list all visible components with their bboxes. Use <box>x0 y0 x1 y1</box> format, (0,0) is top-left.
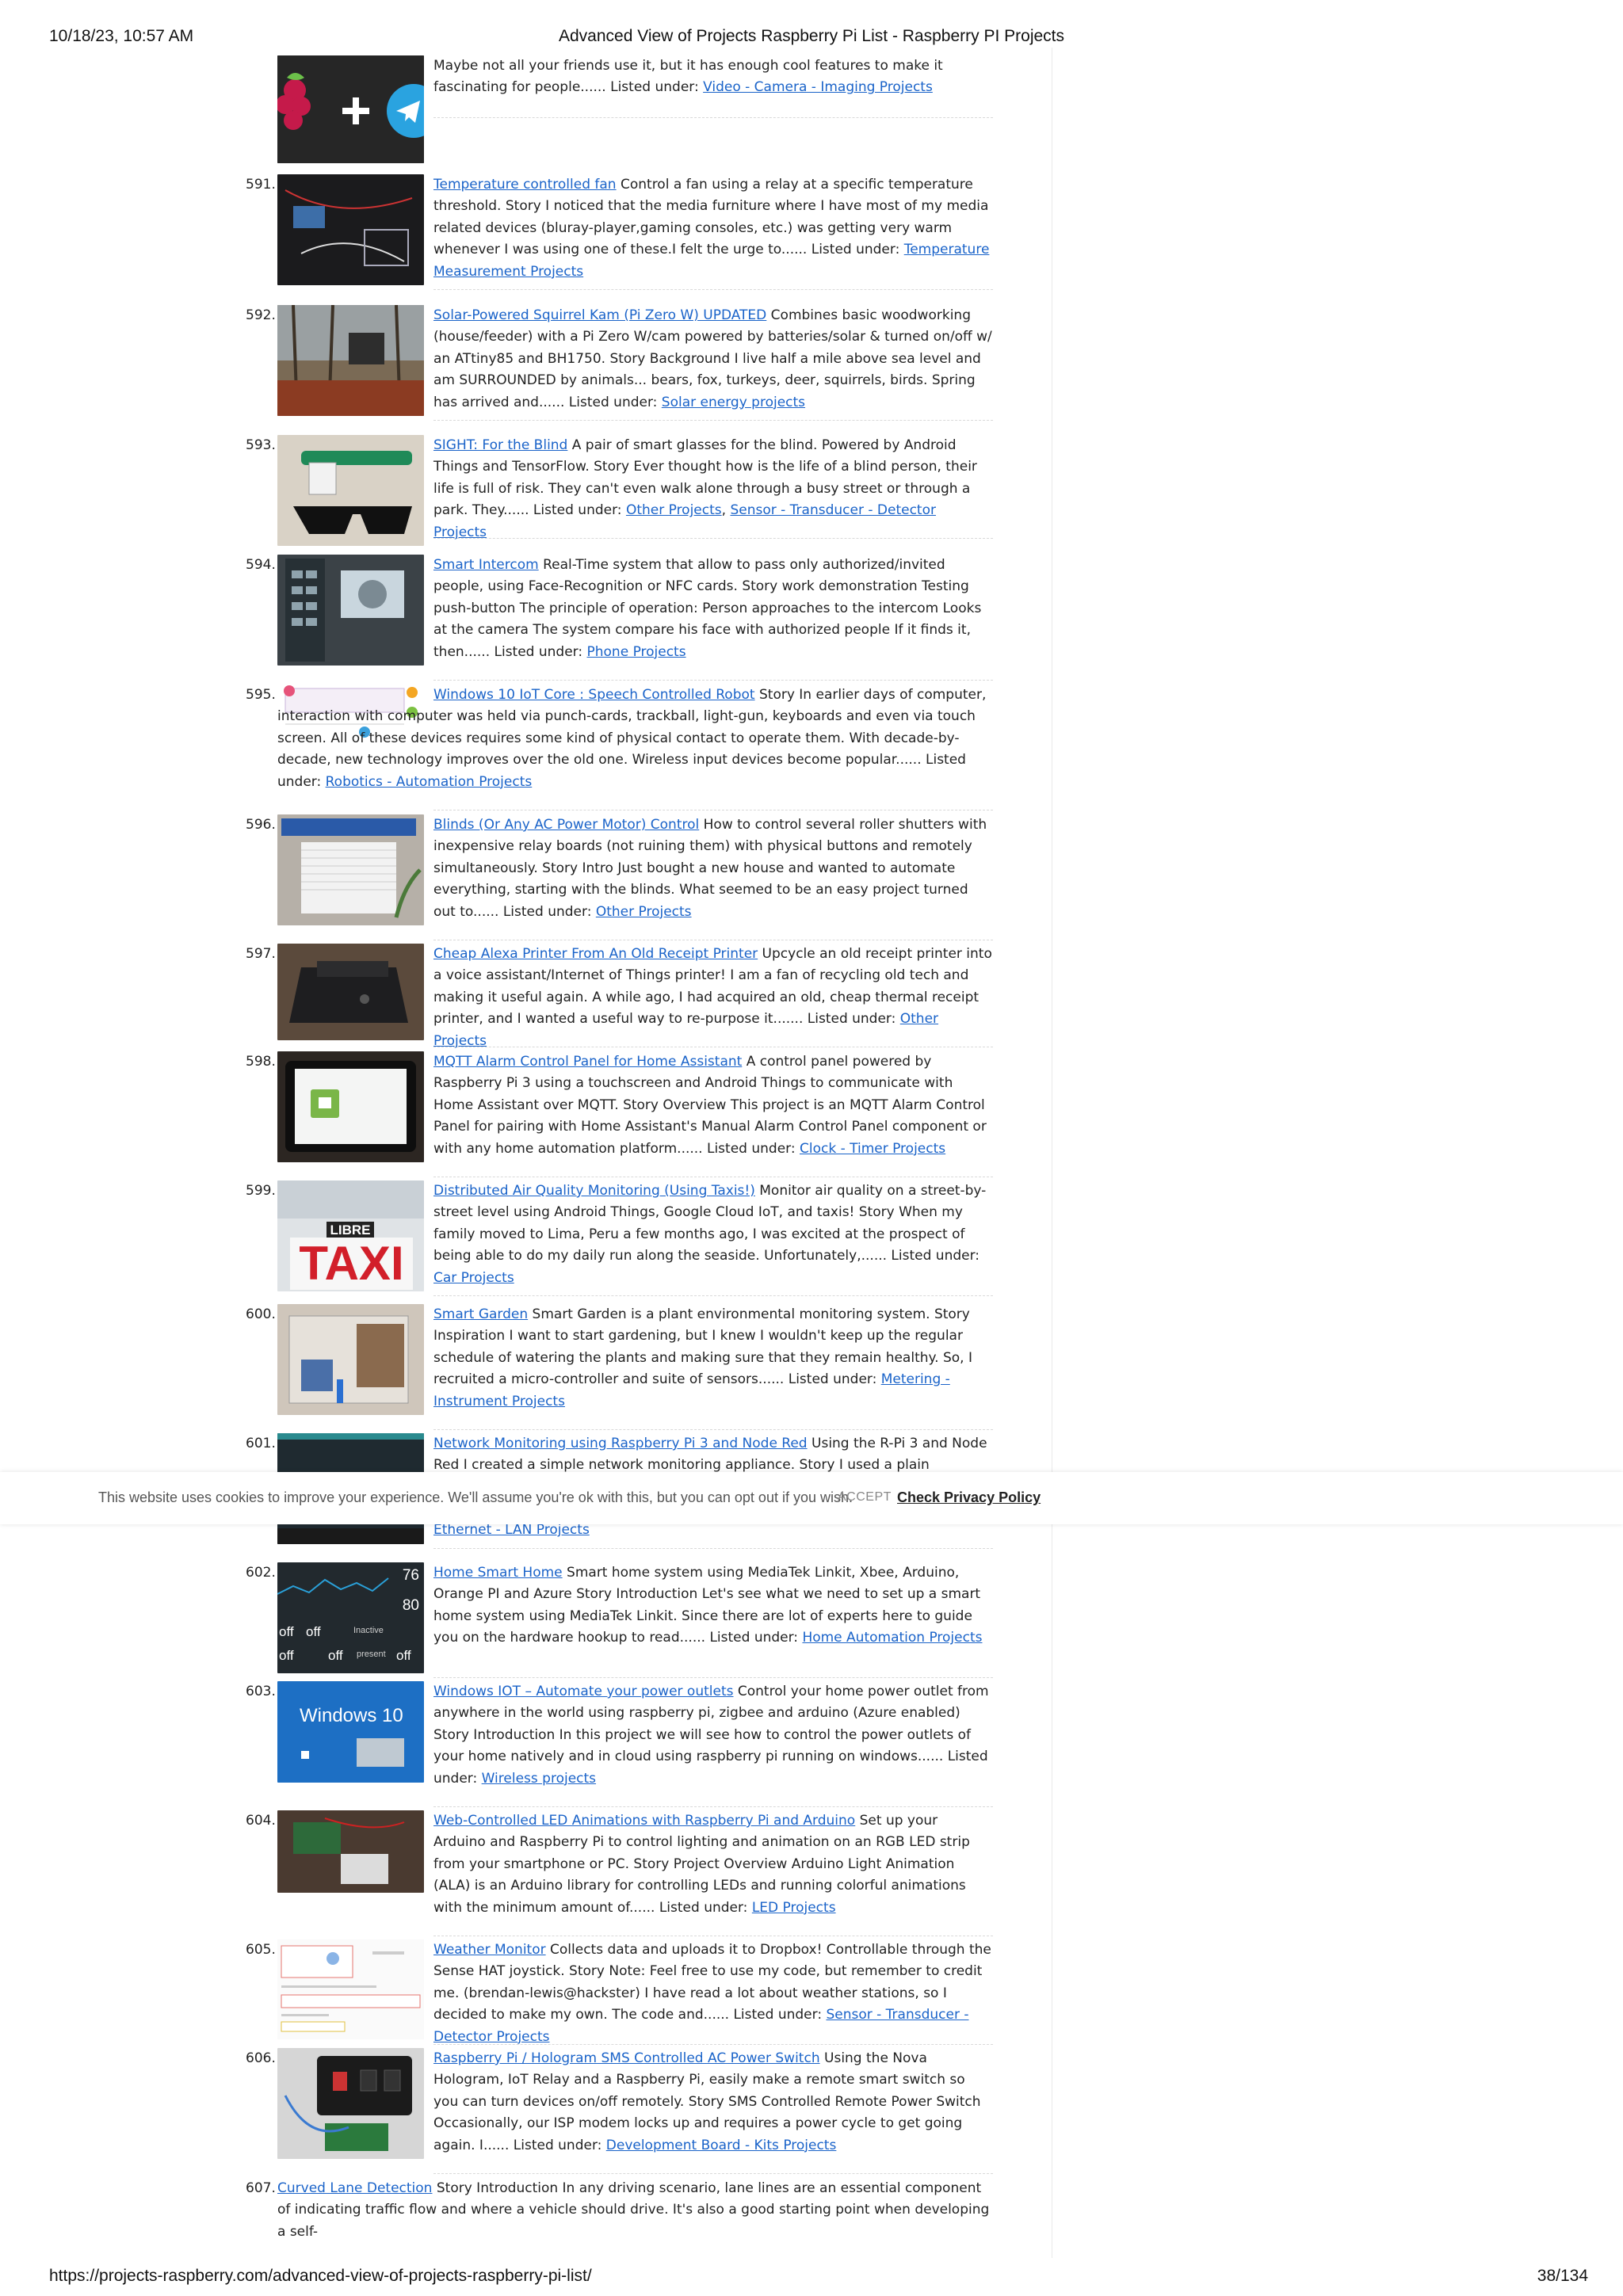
weather-screenshot-icon <box>277 1939 424 2039</box>
item-title-link[interactable]: Smart Garden <box>433 1306 528 1322</box>
windows-logo-icon: Windows 10 <box>277 1681 424 1783</box>
category-link[interactable]: Car Projects <box>433 1270 514 1286</box>
blinds-photo-icon <box>277 814 424 925</box>
item-description: MQTT Alarm Control Panel for Home Assist… <box>433 1054 987 1157</box>
item-number: 599. <box>246 1183 276 1199</box>
item-title-link[interactable]: Distributed Air Quality Monitoring (Usin… <box>433 1183 755 1199</box>
item-title-link[interactable]: Weather Monitor <box>433 1942 546 1958</box>
item-description: Smart Intercom Real-Time system that all… <box>433 557 982 660</box>
led-board-photo-icon <box>277 1810 424 1893</box>
item-number: 601. <box>246 1436 276 1451</box>
category-link[interactable]: Solar energy projects <box>662 395 805 410</box>
category-link[interactable]: Development Board - Kits Projects <box>606 2138 837 2153</box>
item-number: 593. <box>246 437 276 453</box>
item-description: Home Smart Home Smart home system using … <box>433 1565 983 1646</box>
separator <box>433 1677 993 1678</box>
item-description: Distributed Air Quality Monitoring (Usin… <box>433 1183 987 1286</box>
power-switch-photo-icon <box>277 2048 424 2159</box>
item-number: 605. <box>246 1942 276 1958</box>
item-number: 597. <box>246 946 276 962</box>
page-number: 38/134 <box>1537 2267 1588 2285</box>
item-description: Blinds (Or Any AC Power Motor) Control H… <box>433 817 987 920</box>
item-number: 604. <box>246 1813 276 1829</box>
item-title-link[interactable]: Cheap Alexa Printer From An Old Receipt … <box>433 946 758 962</box>
item-title-link[interactable]: Windows IOT – Automate your power outlet… <box>433 1684 733 1699</box>
item-description: Temperature controlled fan Control a fan… <box>433 177 990 280</box>
intercom-photo-icon <box>277 555 424 666</box>
item-number: 607. <box>246 2180 276 2196</box>
alarm-panel-photo-icon <box>277 1051 424 1162</box>
accept-button[interactable]: ACCEPT <box>838 1490 892 1505</box>
item-title-link[interactable]: Web-Controlled LED Animations with Raspb… <box>433 1813 855 1829</box>
item-number: 602. <box>246 1565 276 1581</box>
item-description: Smart Garden Smart Garden is a plant env… <box>433 1306 972 1409</box>
item-title-link[interactable]: Home Smart Home <box>433 1565 563 1581</box>
separator <box>433 289 993 290</box>
item-title-link[interactable]: Blinds (Or Any AC Power Motor) Control <box>433 817 699 833</box>
separator <box>433 117 993 118</box>
item-number: 596. <box>246 817 276 833</box>
category-link[interactable]: Video - Camera - Imaging Projects <box>703 79 933 95</box>
category-link[interactable]: Other Projects <box>596 904 692 920</box>
item-number: 591. <box>246 177 276 193</box>
category-link[interactable]: Ethernet - LAN Projects <box>433 1522 590 1538</box>
category-link[interactable]: Phone Projects <box>587 644 686 660</box>
separator <box>433 1429 993 1430</box>
separator <box>433 2173 993 2174</box>
page-title: Advanced View of Projects Raspberry Pi L… <box>558 27 1065 45</box>
item-description: Maybe not all your friends use it, but i… <box>433 58 943 96</box>
item-number: 603. <box>246 1684 276 1699</box>
item-number: 606. <box>246 2050 276 2066</box>
receipt-printer-photo-icon <box>277 944 424 1040</box>
item-number: 594. <box>246 557 276 573</box>
item-description: SIGHT: For the Blind A pair of smart gla… <box>433 437 977 540</box>
item-title-link[interactable]: Network Monitoring using Raspberry Pi 3 … <box>433 1436 808 1451</box>
taxi-sign-photo-icon: LIBRE TAXI <box>277 1180 424 1291</box>
item-title-link[interactable]: Windows 10 IoT Core : Speech Controlled … <box>433 687 755 703</box>
fan-circuit-photo-icon <box>277 174 424 285</box>
separator <box>433 2044 993 2045</box>
category-link[interactable]: LED Projects <box>752 1900 836 1916</box>
category-link[interactable]: Other Projects <box>626 502 722 518</box>
item-description: Windows 10 IoT Core : Speech Controlled … <box>277 687 987 790</box>
separator <box>433 680 993 681</box>
smart-glasses-photo-icon <box>277 435 424 546</box>
item-description: Weather Monitor Collects data and upload… <box>433 1942 991 2045</box>
cookie-banner: This website uses cookies to improve you… <box>0 1472 1623 1524</box>
smart-home-dashboard-icon: 76 80 off off Inactive off off present o… <box>277 1562 424 1673</box>
item-title-link[interactable]: Temperature controlled fan <box>433 177 617 193</box>
item-description: Raspberry Pi / Hologram SMS Controlled A… <box>433 2050 981 2153</box>
separator <box>433 1806 993 1807</box>
item-description: Solar-Powered Squirrel Kam (Pi Zero W) U… <box>433 307 992 410</box>
item-description: Windows IOT – Automate your power outlet… <box>433 1684 989 1787</box>
cookie-message: This website uses cookies to improve you… <box>98 1489 853 1505</box>
category-link[interactable]: Clock - Timer Projects <box>800 1141 945 1157</box>
separator <box>433 538 993 539</box>
item-title-link[interactable]: Smart Intercom <box>433 557 539 573</box>
privacy-policy-link[interactable]: Check Privacy Policy <box>897 1489 1041 1506</box>
item-description: Cheap Alexa Printer From An Old Receipt … <box>433 946 992 1049</box>
item-number: 595. <box>246 687 276 703</box>
item-title-link[interactable]: SIGHT: For the Blind <box>433 437 567 453</box>
category-link[interactable]: Wireless projects <box>482 1771 596 1787</box>
item-title-link[interactable]: Solar-Powered Squirrel Kam (Pi Zero W) U… <box>433 307 766 323</box>
item-title-link[interactable]: MQTT Alarm Control Panel for Home Assist… <box>433 1054 742 1070</box>
separator <box>433 420 993 421</box>
item-title-link[interactable]: Raspberry Pi / Hologram SMS Controlled A… <box>433 2050 820 2066</box>
item-number: 600. <box>246 1306 276 1322</box>
category-link[interactable]: Robotics - Automation Projects <box>326 774 533 790</box>
category-link[interactable]: Home Automation Projects <box>802 1630 982 1646</box>
page-url: https://projects-raspberry.com/advanced-… <box>49 2267 592 2285</box>
item-number: 592. <box>246 307 276 323</box>
item-number: 598. <box>246 1054 276 1070</box>
garden-box-photo-icon <box>277 1304 424 1415</box>
separator <box>433 1548 993 1549</box>
raspberry-telegram-logo-icon <box>277 55 424 163</box>
squirrel-feeder-photo-icon <box>277 305 424 416</box>
item-title-link[interactable]: Curved Lane Detection <box>277 2180 432 2196</box>
separator <box>433 1295 993 1296</box>
item-description: Curved Lane Detection Story Introduction… <box>277 2180 990 2240</box>
item-description: Web-Controlled LED Animations with Raspb… <box>433 1813 970 1916</box>
